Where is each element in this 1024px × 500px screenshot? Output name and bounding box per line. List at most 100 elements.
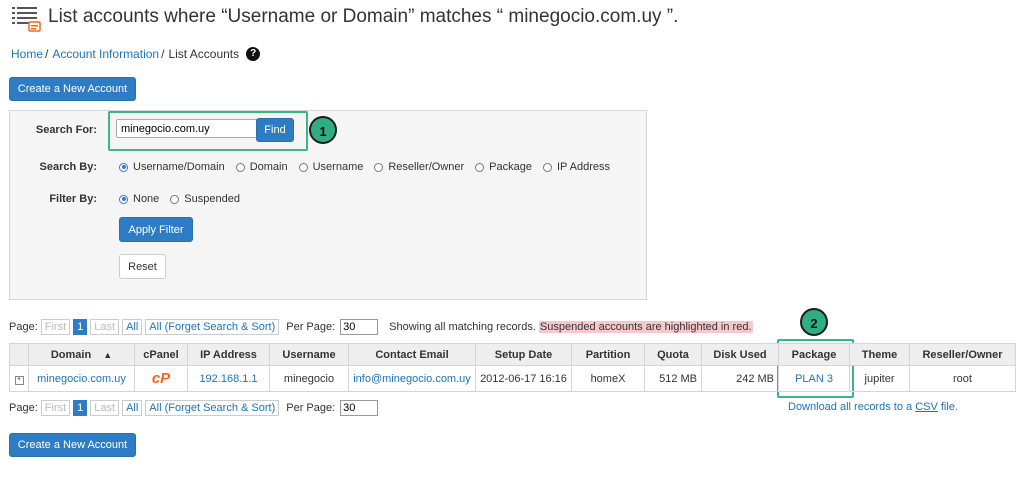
column-header-domain[interactable]: Domain ▲ — [28, 343, 135, 366]
apply-filter-button[interactable]: Apply Filter — [119, 217, 193, 242]
radio-label: Username/Domain — [133, 161, 225, 173]
table-header-row: Domain ▲ cPanel IP Address Username Conta… — [9, 343, 1016, 366]
page-current[interactable]: 1 — [73, 319, 88, 335]
csv-link[interactable]: CSV — [915, 401, 938, 413]
search-input[interactable] — [116, 119, 260, 138]
search-by-ip-address[interactable]: IP Address — [542, 161, 610, 173]
expand-row-icon[interactable]: + — [14, 376, 24, 385]
per-page-label: Per Page: — [286, 321, 336, 333]
radio-label: None — [133, 193, 160, 205]
list-accounts-icon — [12, 7, 41, 32]
setup-date-cell: 2012-06-17 16:16 — [475, 365, 572, 392]
radio-selected[interactable] — [119, 162, 128, 172]
radio-label: IP Address — [556, 161, 610, 173]
search-for-label: Search For: — [35, 124, 97, 136]
filter-by-options: None Suspended — [119, 193, 251, 205]
package-link[interactable]: PLAN 3 — [795, 373, 833, 385]
column-header-quota[interactable]: Quota — [644, 343, 702, 366]
search-by-domain[interactable]: Domain — [235, 161, 288, 173]
reset-button[interactable]: Reset — [119, 254, 166, 279]
page-label: Page: — [9, 402, 38, 414]
breadcrumb-account-information[interactable]: Account Information — [52, 47, 159, 61]
filter-by-none[interactable]: None — [119, 193, 159, 205]
column-header-setup-date[interactable]: Setup Date — [475, 343, 572, 366]
radio-label: Domain — [249, 161, 288, 173]
table-row: + minegocio.com.uy cP 192.168.1.1 minego… — [9, 365, 1016, 392]
page-all[interactable]: All — [122, 400, 143, 416]
callout-badge-1: 1 — [309, 116, 337, 144]
search-by-label: Search By: — [39, 161, 97, 173]
column-header-partition[interactable]: Partition — [571, 343, 645, 366]
csv-prefix: Download all records to a — [788, 401, 916, 413]
radio[interactable] — [542, 162, 552, 172]
expand-cell: + — [9, 365, 29, 392]
domain-link[interactable]: minegocio.com.uy — [37, 373, 126, 385]
pager-bottom: Page: First 1 Last All All (Forget Searc… — [9, 400, 379, 416]
column-header-username[interactable]: Username — [269, 343, 349, 366]
ip-address-link[interactable]: 192.168.1.1 — [199, 373, 257, 385]
radio[interactable] — [298, 162, 308, 172]
page-current[interactable]: 1 — [73, 400, 88, 416]
search-by-reseller-owner[interactable]: Reseller/Owner — [374, 161, 464, 173]
owner-cell: root — [909, 365, 1016, 392]
radio[interactable] — [235, 162, 245, 172]
search-by-options: Username/Domain Domain Username Reseller… — [119, 161, 621, 173]
column-header-cpanel[interactable]: cPanel — [134, 343, 188, 366]
pager-top: Page: First 1 Last All All (Forget Searc… — [9, 319, 753, 335]
page-title: List accounts where “Username or Domain”… — [48, 6, 679, 27]
sort-ascending-icon: ▲ — [103, 349, 113, 360]
radio[interactable] — [475, 162, 485, 172]
radio-selected[interactable] — [119, 194, 128, 204]
radio-label: Username — [312, 161, 364, 173]
status-text: Showing all matching records. — [389, 321, 536, 333]
column-label: Domain — [50, 348, 92, 361]
column-header-ip-address[interactable]: IP Address — [187, 343, 270, 366]
quota-cell: 512 MB — [644, 365, 702, 392]
search-by-username-domain[interactable]: Username/Domain — [119, 161, 225, 173]
per-page-input[interactable] — [340, 400, 379, 416]
page-first: First — [40, 319, 71, 335]
csv-suffix: file. — [937, 401, 958, 413]
per-page-input[interactable] — [340, 319, 379, 335]
partition-cell: homeX — [571, 365, 645, 392]
page-all-forget[interactable]: All (Forget Search & Sort) — [145, 319, 280, 335]
radio-label: Package — [489, 161, 532, 173]
breadcrumb-current: List Accounts — [168, 47, 240, 61]
expand-column-header — [9, 343, 29, 366]
callout-badge-2: 2 — [800, 308, 828, 336]
column-header-reseller-owner[interactable]: Reseller/Owner — [909, 343, 1016, 366]
page-label: Page: — [9, 321, 38, 333]
column-header-theme[interactable]: Theme — [849, 343, 910, 366]
radio[interactable] — [170, 194, 180, 204]
search-by-package[interactable]: Package — [475, 161, 532, 173]
page-all-forget[interactable]: All (Forget Search & Sort) — [145, 400, 280, 416]
disk-used-cell: 242 MB — [701, 365, 779, 392]
breadcrumb: Home / Account Information / List Accoun… — [11, 47, 261, 61]
create-account-button[interactable]: Create a New Account — [9, 77, 136, 101]
find-button[interactable]: Find — [256, 118, 294, 142]
theme-cell: jupiter — [849, 365, 910, 392]
column-header-disk-used[interactable]: Disk Used — [701, 343, 779, 366]
accounts-table: Domain ▲ cPanel IP Address Username Conta… — [9, 343, 1016, 392]
filter-by-label: Filter By: — [49, 193, 97, 205]
radio-label: Reseller/Owner — [388, 161, 465, 173]
column-header-contact-email[interactable]: Contact Email — [348, 343, 476, 366]
suspended-note: Suspended accounts are highlighted in re… — [538, 321, 753, 333]
page-all[interactable]: All — [122, 319, 143, 335]
create-account-button-bottom[interactable]: Create a New Account — [9, 433, 136, 457]
breadcrumb-separator: / — [161, 47, 165, 61]
csv-download[interactable]: Download all records to a CSV file. — [788, 401, 958, 413]
filter-by-suspended[interactable]: Suspended — [170, 193, 240, 205]
breadcrumb-separator: / — [45, 47, 49, 61]
username-cell: minegocio — [269, 365, 349, 392]
page-last: Last — [90, 319, 120, 335]
contact-email-link[interactable]: info@minegocio.com.uy — [353, 373, 471, 385]
search-by-username[interactable]: Username — [298, 161, 364, 173]
per-page-label: Per Page: — [286, 402, 336, 414]
radio[interactable] — [374, 162, 384, 172]
column-header-package[interactable]: Package — [778, 343, 850, 366]
breadcrumb-home[interactable]: Home — [11, 47, 43, 61]
help-icon[interactable]: ? — [246, 47, 261, 61]
cpanel-logo-icon[interactable]: cP — [152, 370, 170, 387]
page-first: First — [40, 400, 71, 416]
